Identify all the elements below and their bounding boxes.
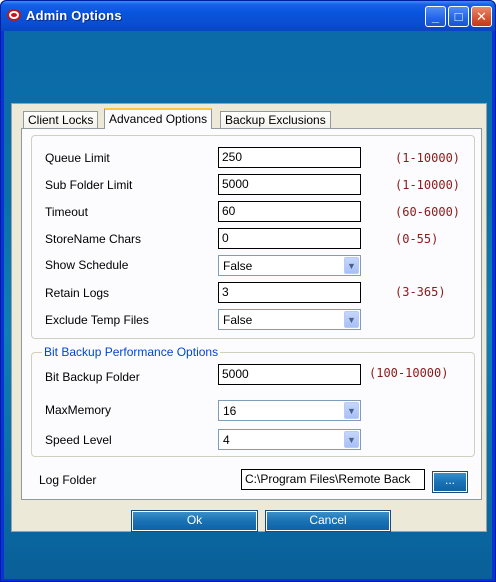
retain-logs-input[interactable]: 3 xyxy=(218,282,361,303)
title-bar[interactable]: Admin Options _ □ ✕ xyxy=(1,1,495,31)
retain-logs-range: (3-365) xyxy=(395,285,446,299)
bit-backup-folder-range: (100-10000) xyxy=(369,366,449,380)
max-memory-label: MaxMemory xyxy=(45,403,112,417)
timeout-label: Timeout xyxy=(45,205,88,219)
timeout-input[interactable]: 60 xyxy=(218,201,361,222)
retain-logs-label: Retain Logs xyxy=(45,286,110,300)
bit-backup-folder-label: Bit Backup Folder xyxy=(45,370,140,384)
ok-button[interactable]: Ok xyxy=(131,510,258,532)
storename-chars-label: StoreName Chars xyxy=(45,232,142,246)
show-schedule-label: Show Schedule xyxy=(45,258,129,272)
speed-level-select[interactable]: 4 ▼ xyxy=(218,429,361,450)
storename-chars-input[interactable]: 0 xyxy=(218,228,361,249)
queue-limit-label: Queue Limit xyxy=(45,151,110,165)
tab-backup-exclusions[interactable]: Backup Exclusions xyxy=(220,111,331,129)
show-schedule-select[interactable]: False ▼ xyxy=(218,255,361,276)
cancel-button[interactable]: Cancel xyxy=(265,510,391,532)
bit-backup-folder-input[interactable]: 5000 xyxy=(218,364,361,385)
window-title: Admin Options xyxy=(26,8,122,23)
close-button[interactable]: ✕ xyxy=(471,6,492,27)
app-logo-icon xyxy=(7,9,21,21)
speed-level-label: Speed Level xyxy=(45,433,112,447)
log-folder-label: Log Folder xyxy=(39,473,97,487)
storename-chars-range: (0-55) xyxy=(395,232,439,246)
queue-limit-input[interactable]: 250 xyxy=(218,147,361,168)
tab-client-locks[interactable]: Client Locks xyxy=(23,111,99,129)
speed-level-value: 4 xyxy=(223,433,230,447)
exclude-temp-files-select[interactable]: False ▼ xyxy=(218,309,361,330)
tab-advanced-options[interactable]: Advanced Options xyxy=(104,108,213,129)
chevron-down-icon[interactable]: ▼ xyxy=(344,402,359,419)
show-schedule-value: False xyxy=(223,259,253,273)
max-memory-value: 16 xyxy=(223,404,237,418)
minimize-button[interactable]: _ xyxy=(425,6,446,27)
bit-backup-group-legend: Bit Backup Performance Options xyxy=(42,345,221,359)
timeout-range: (60-6000) xyxy=(395,205,461,219)
chevron-down-icon[interactable]: ▼ xyxy=(344,431,359,448)
chevron-down-icon[interactable]: ▼ xyxy=(344,311,359,328)
chevron-down-icon[interactable]: ▼ xyxy=(344,257,359,274)
sub-folder-limit-range: (1-10000) xyxy=(395,178,461,192)
admin-options-window: Admin Options _ □ ✕ Client Locks Advance… xyxy=(0,0,496,582)
log-folder-input[interactable]: C:\Program Files\Remote Back xyxy=(241,469,425,490)
maximize-button[interactable]: □ xyxy=(448,6,469,27)
sub-folder-limit-input[interactable]: 5000 xyxy=(218,174,361,195)
max-memory-select[interactable]: 16 ▼ xyxy=(218,400,361,421)
sub-folder-limit-label: Sub Folder Limit xyxy=(45,178,133,192)
browse-log-folder-button[interactable]: ... xyxy=(432,471,468,493)
exclude-temp-files-label: Exclude Temp Files xyxy=(45,313,149,327)
exclude-temp-files-value: False xyxy=(223,313,253,327)
queue-limit-range: (1-10000) xyxy=(395,151,461,165)
